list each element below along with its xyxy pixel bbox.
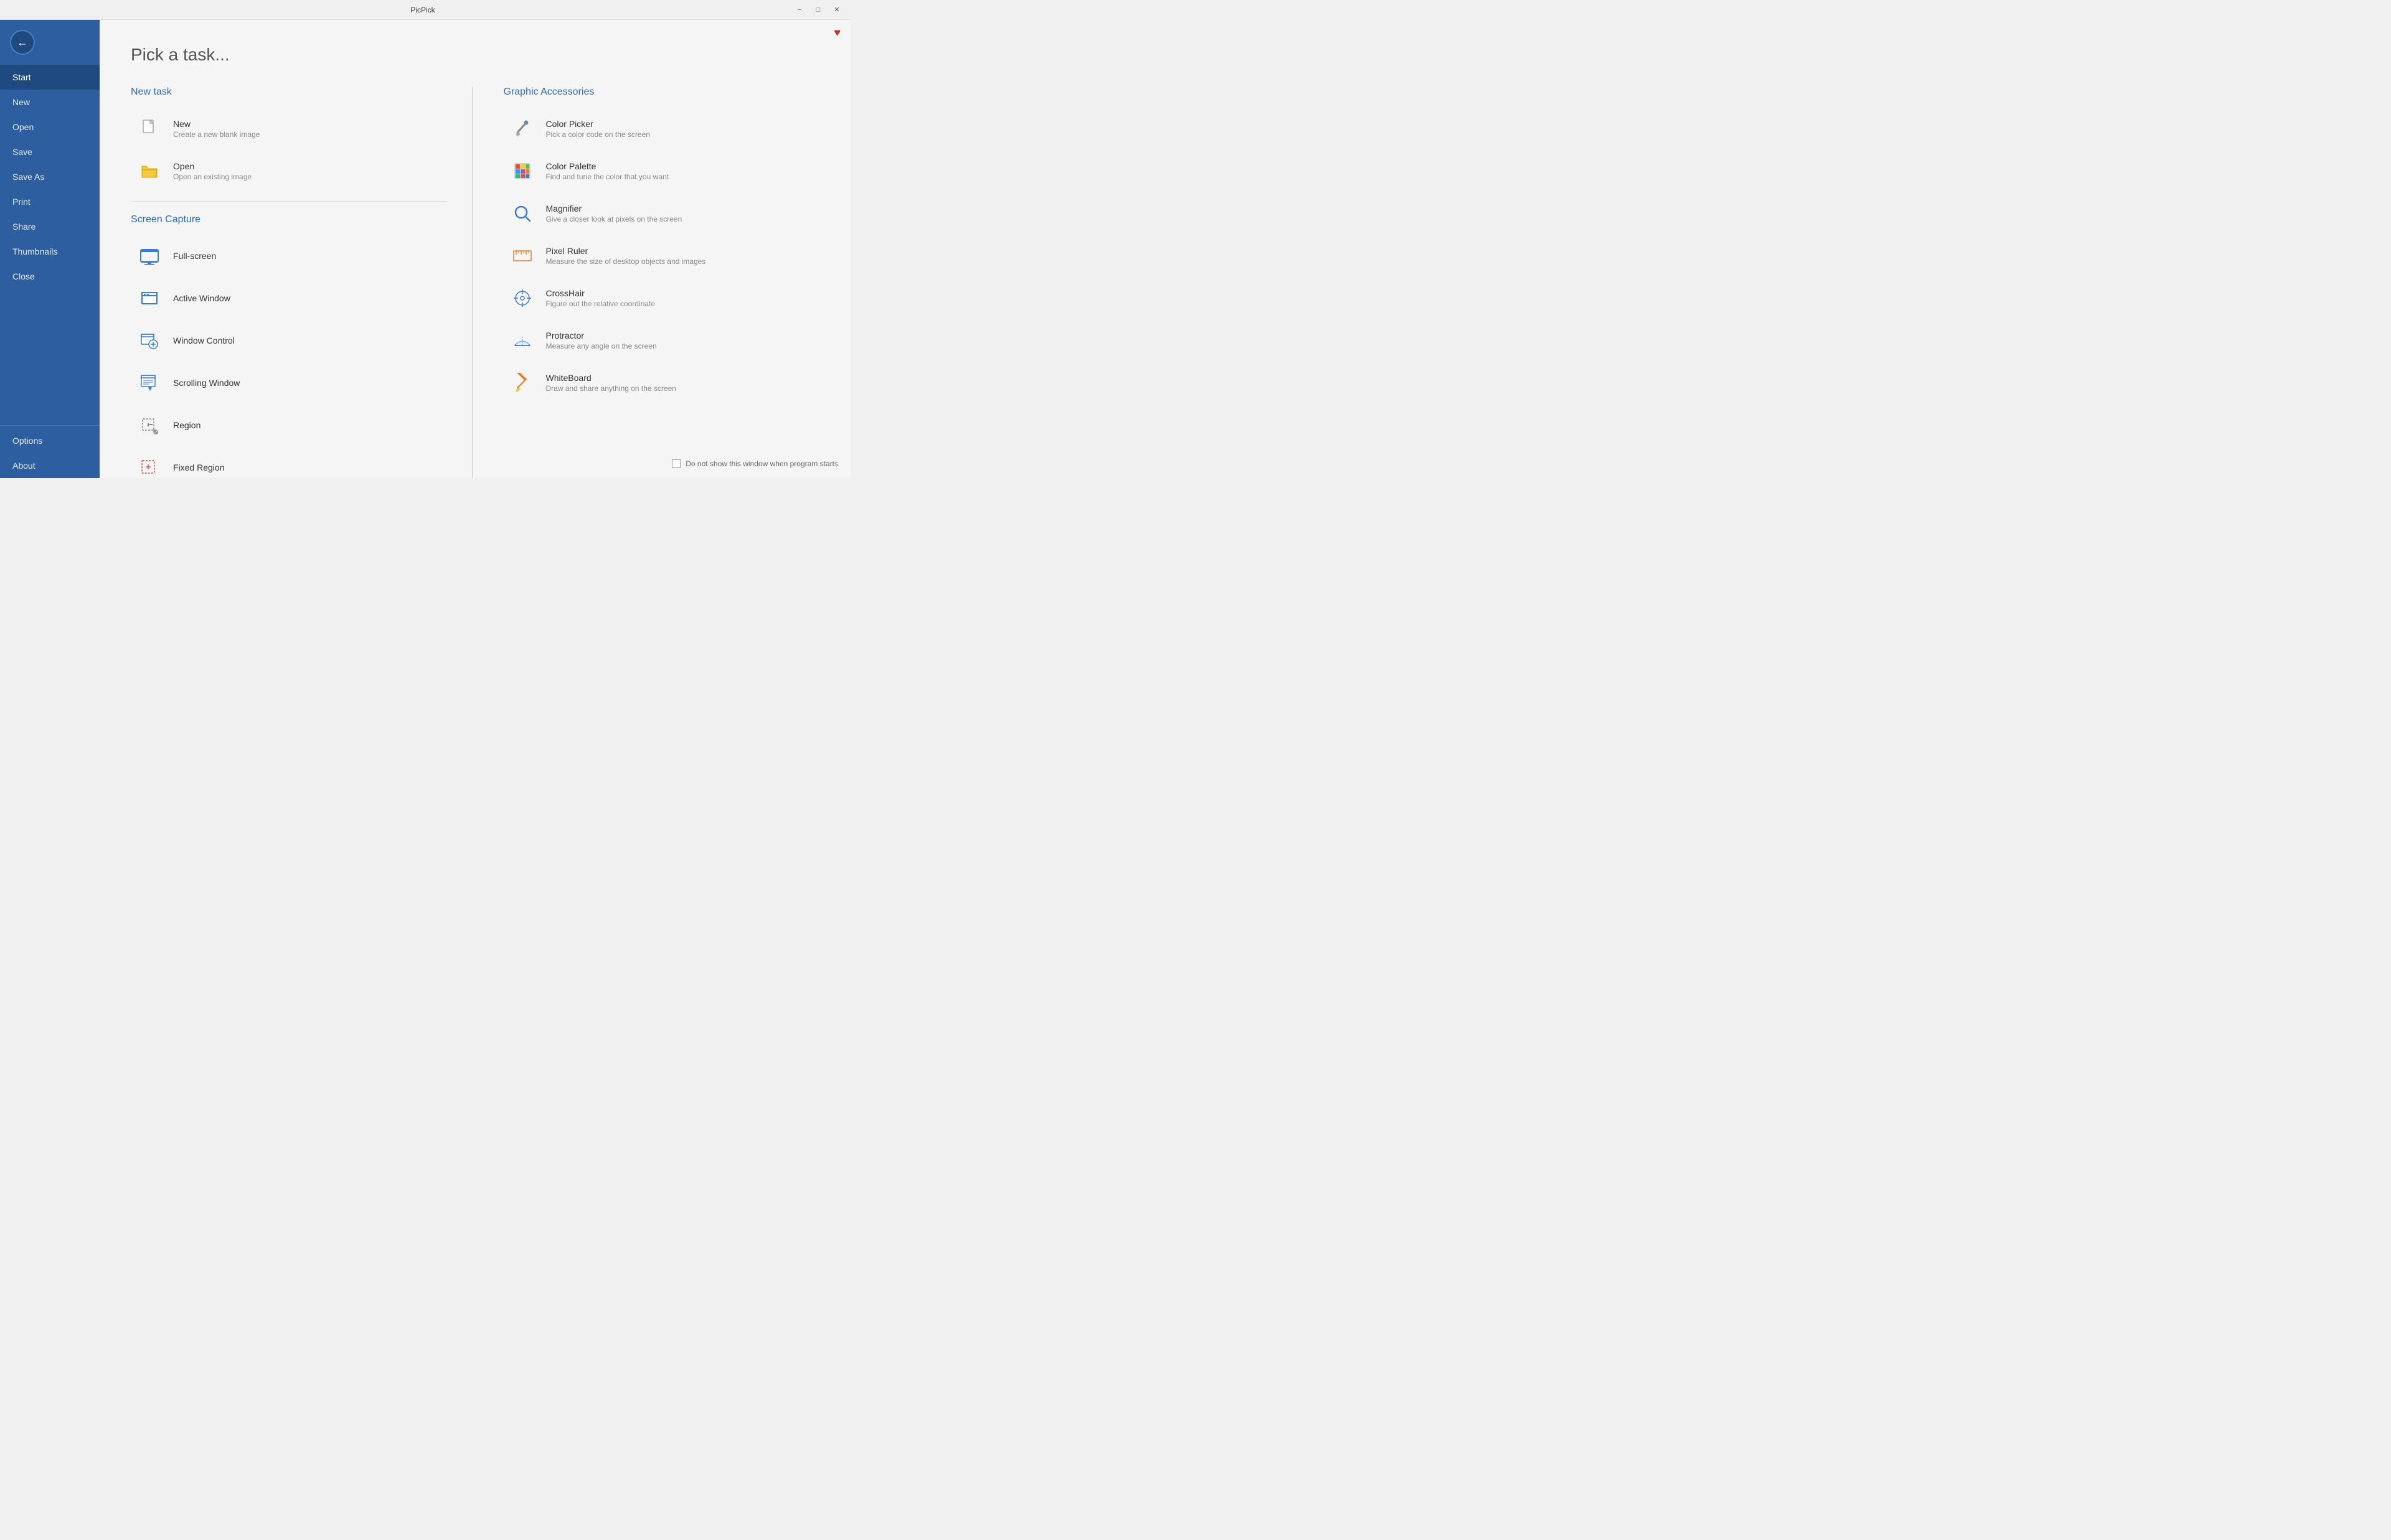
sidebar-item-new[interactable]: New bbox=[0, 90, 100, 115]
sidebar-item-open[interactable]: Open bbox=[0, 115, 100, 139]
content-area: ♥ Pick a task... New task bbox=[100, 20, 851, 478]
fixed-region-icon bbox=[136, 454, 163, 478]
magnifier-icon bbox=[509, 200, 536, 227]
title-bar: PicPick − □ ✕ bbox=[0, 0, 851, 20]
pixel-ruler-icon bbox=[509, 242, 536, 270]
color-picker-icon bbox=[509, 115, 536, 143]
screen-capture-title: Screen Capture bbox=[131, 214, 447, 225]
task-fixed-region[interactable]: Fixed Region bbox=[131, 448, 447, 478]
back-circle-icon: ← bbox=[10, 30, 35, 55]
sidebar-bottom: Options About bbox=[0, 423, 100, 478]
sidebar: ← Start New Open Save Save As Print Shar… bbox=[0, 20, 100, 478]
window-controls: − □ ✕ bbox=[791, 4, 846, 16]
do-not-show-checkbox[interactable] bbox=[672, 459, 681, 468]
sidebar-item-about[interactable]: About bbox=[0, 453, 100, 478]
color-palette-icon bbox=[509, 157, 536, 185]
section-divider bbox=[131, 201, 447, 202]
content-footer: Do not show this window when program sta… bbox=[672, 459, 838, 468]
task-fullscreen[interactable]: Full-screen bbox=[131, 237, 447, 276]
protractor-icon bbox=[509, 327, 536, 354]
sidebar-divider bbox=[0, 425, 100, 426]
sidebar-item-save[interactable]: Save bbox=[0, 139, 100, 164]
region-icon bbox=[136, 412, 163, 439]
left-section: New task New Create a new blank image bbox=[131, 87, 473, 478]
window-control-icon bbox=[136, 327, 163, 355]
task-pixel-ruler[interactable]: Pixel Ruler Measure the size of desktop … bbox=[504, 236, 820, 276]
do-not-show-label: Do not show this window when program sta… bbox=[686, 459, 838, 468]
scrolling-window-icon bbox=[136, 370, 163, 397]
sidebar-item-print[interactable]: Print bbox=[0, 189, 100, 214]
task-color-picker[interactable]: Color Picker Pick a color code on the sc… bbox=[504, 109, 820, 149]
graphic-accessories-title: Graphic Accessories bbox=[504, 87, 820, 98]
task-color-palette[interactable]: Color Palette Find and tune the color th… bbox=[504, 151, 820, 191]
right-section: Graphic Accessories Color Picker Pick a … bbox=[498, 87, 820, 478]
maximize-button[interactable]: □ bbox=[809, 4, 827, 16]
task-crosshair[interactable]: CrossHair Figure out the relative coordi… bbox=[504, 278, 820, 318]
page-title: Pick a task... bbox=[131, 45, 819, 65]
sidebar-item-thumbnails[interactable]: Thumbnails bbox=[0, 239, 100, 264]
fullscreen-icon bbox=[136, 243, 163, 270]
minimize-button[interactable]: − bbox=[791, 4, 808, 16]
task-open[interactable]: Open Open an existing image bbox=[131, 151, 447, 191]
main-layout: ← Start New Open Save Save As Print Shar… bbox=[0, 20, 851, 478]
task-new[interactable]: New Create a new blank image bbox=[131, 109, 447, 149]
sidebar-item-share[interactable]: Share bbox=[0, 214, 100, 239]
crosshair-icon bbox=[509, 284, 536, 312]
sections-wrapper: New task New Create a new blank image bbox=[131, 87, 819, 478]
task-whiteboard[interactable]: WhiteBoard Draw and share anything on th… bbox=[504, 363, 820, 403]
task-protractor[interactable]: Protractor Measure any angle on the scre… bbox=[504, 321, 820, 360]
sidebar-nav: Start New Open Save Save As Print Share … bbox=[0, 65, 100, 478]
window-title: PicPick bbox=[55, 6, 791, 14]
sidebar-item-start[interactable]: Start bbox=[0, 65, 100, 90]
task-window-control[interactable]: Window Control bbox=[131, 321, 447, 361]
task-region[interactable]: Region bbox=[131, 406, 447, 446]
open-icon bbox=[136, 157, 163, 185]
sidebar-item-save-as[interactable]: Save As bbox=[0, 164, 100, 189]
whiteboard-icon bbox=[509, 369, 536, 397]
new-icon bbox=[136, 115, 163, 143]
active-window-icon bbox=[136, 285, 163, 312]
close-button[interactable]: ✕ bbox=[828, 4, 846, 16]
sidebar-item-options[interactable]: Options bbox=[0, 428, 100, 453]
heart-icon: ♥ bbox=[834, 26, 841, 39]
new-task-title: New task bbox=[131, 87, 447, 98]
back-button[interactable]: ← bbox=[5, 25, 40, 60]
sidebar-item-close[interactable]: Close bbox=[0, 264, 100, 289]
task-active-window[interactable]: Active Window bbox=[131, 279, 447, 319]
task-magnifier[interactable]: Magnifier Give a closer look at pixels o… bbox=[504, 194, 820, 233]
task-scrolling-window[interactable]: Scrolling Window bbox=[131, 364, 447, 403]
